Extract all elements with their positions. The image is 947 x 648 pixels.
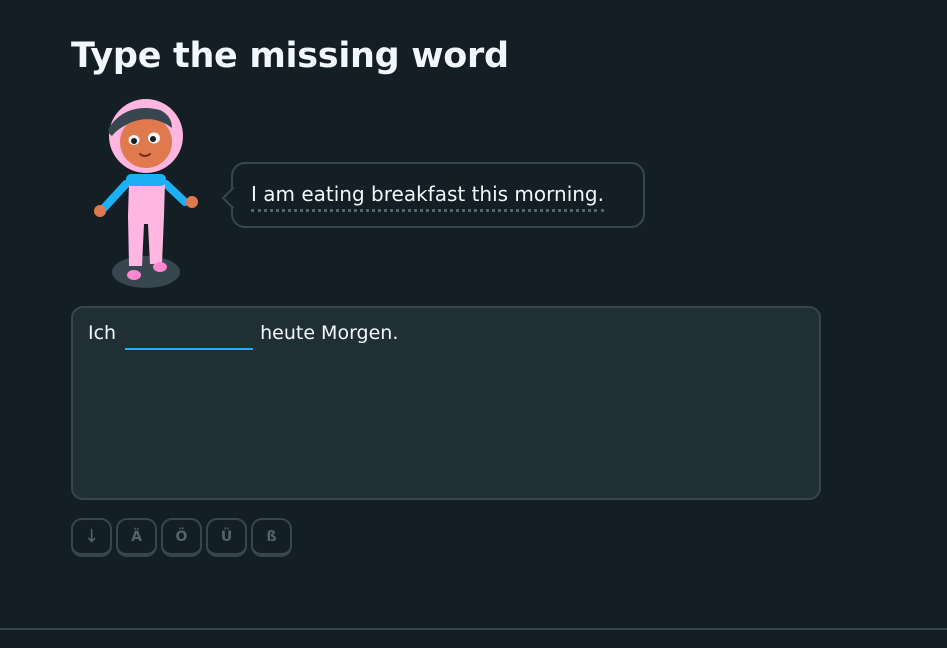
character-right-shoe xyxy=(153,262,167,272)
footer-divider xyxy=(0,628,947,630)
arrow-down-icon: ↓ xyxy=(83,526,100,547)
character-right-arm xyxy=(162,180,189,206)
prompt-sentence[interactable]: I am eating breakfast this morning. xyxy=(251,182,604,212)
key-a-umlaut[interactable]: Ä xyxy=(116,518,157,557)
character-left-pupil xyxy=(131,138,137,144)
sentence-start: Ich xyxy=(88,322,117,344)
character-right-pupil xyxy=(150,136,156,142)
page-title: Type the missing word xyxy=(71,36,509,76)
character-left-hand xyxy=(94,205,106,217)
character-scarf xyxy=(126,174,166,186)
character-left-shoe xyxy=(127,270,141,280)
exercise-page: Type the missing word I am eating breakf… xyxy=(0,0,947,648)
sentence-end: heute Morgen. xyxy=(260,322,399,344)
speech-bubble: I am eating breakfast this morning. xyxy=(231,162,645,228)
character-illustration xyxy=(94,99,198,288)
fill-in-sentence: Ich heute Morgen. xyxy=(88,322,398,350)
key-o-umlaut[interactable]: Ö xyxy=(161,518,202,557)
collapse-keys-button[interactable]: ↓ xyxy=(71,518,112,557)
character-body xyxy=(128,178,165,266)
character-shadow xyxy=(112,256,180,288)
speech-bubble-tail xyxy=(220,186,242,208)
special-character-keys: ↓ Ä Ö Ü ß xyxy=(71,518,292,557)
character-left-arm xyxy=(100,180,130,212)
missing-word-input[interactable] xyxy=(125,322,254,350)
character-right-hand xyxy=(186,196,198,208)
key-eszett[interactable]: ß xyxy=(251,518,292,557)
key-u-umlaut[interactable]: Ü xyxy=(206,518,247,557)
answer-area: Ich heute Morgen. xyxy=(71,306,821,500)
